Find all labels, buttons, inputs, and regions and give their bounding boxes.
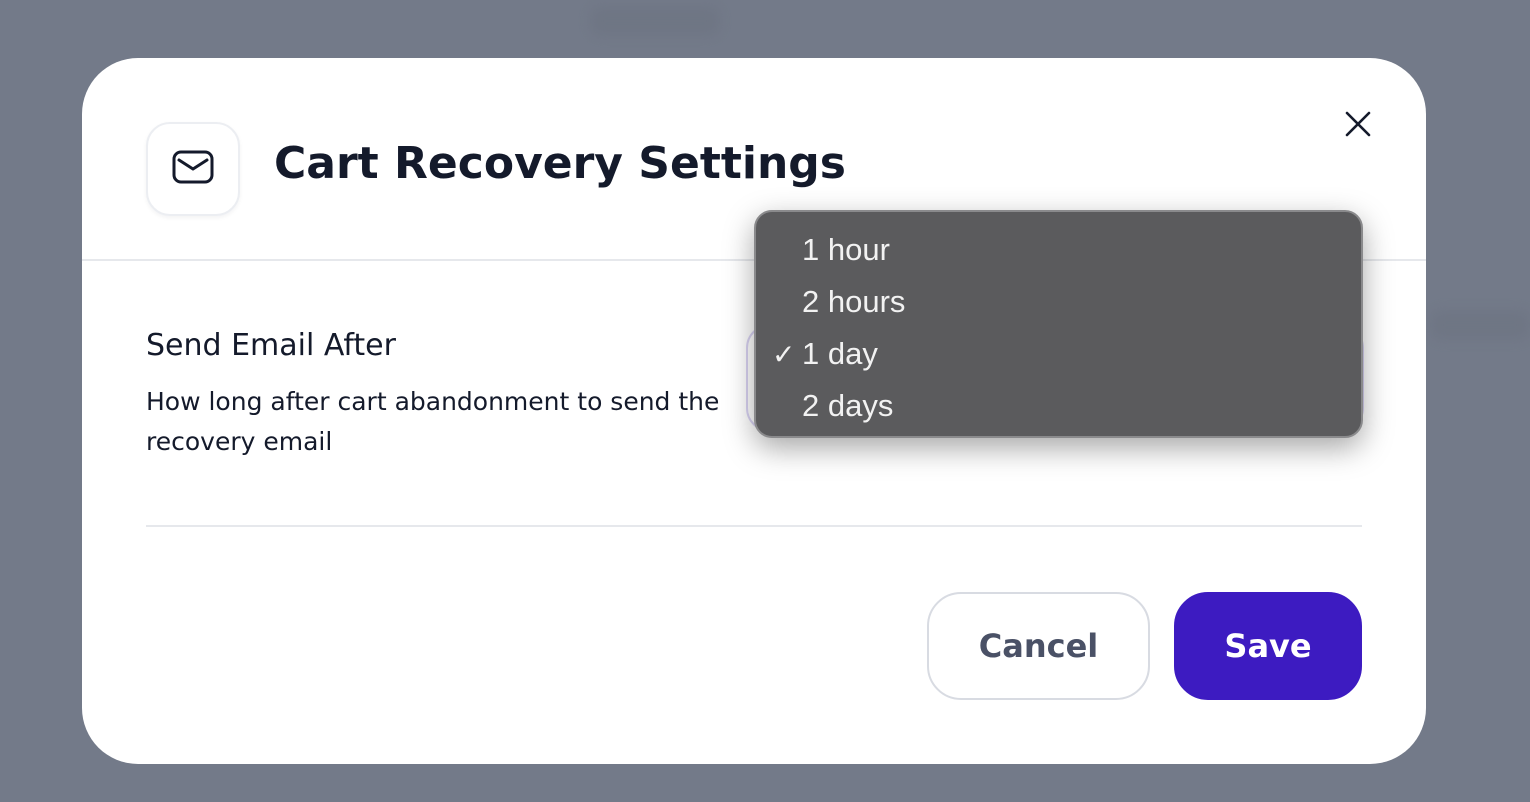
mail-icon-container: [146, 122, 240, 216]
save-button[interactable]: Save: [1174, 592, 1362, 700]
send-email-after-dropdown: 1 hour 2 hours ✓ 1 day 2 days: [754, 210, 1363, 438]
dropdown-option-label: 2 days: [802, 388, 894, 423]
dropdown-option-label: 1 hour: [802, 232, 890, 267]
checkmark-icon: ✓: [772, 338, 796, 370]
close-icon: [1345, 111, 1371, 141]
background-hint: [590, 6, 720, 36]
dropdown-option-2-days[interactable]: 2 days: [756, 380, 1361, 432]
dropdown-option-1-hour[interactable]: 1 hour: [756, 224, 1361, 276]
cancel-button[interactable]: Cancel: [927, 592, 1150, 700]
send-email-after-description: How long after cart abandonment to send …: [146, 387, 720, 456]
dropdown-option-label: 2 hours: [802, 284, 906, 319]
background-hint: [1430, 310, 1530, 340]
mail-icon: [172, 149, 214, 189]
modal-title: Cart Recovery Settings: [274, 138, 846, 189]
dropdown-option-1-day[interactable]: ✓ 1 day: [756, 328, 1361, 380]
close-button[interactable]: [1336, 104, 1380, 148]
section-divider: [146, 525, 1362, 527]
dropdown-option-label: 1 day: [802, 336, 878, 371]
send-email-after-label: Send Email After: [146, 328, 396, 363]
dropdown-option-2-hours[interactable]: 2 hours: [756, 276, 1361, 328]
